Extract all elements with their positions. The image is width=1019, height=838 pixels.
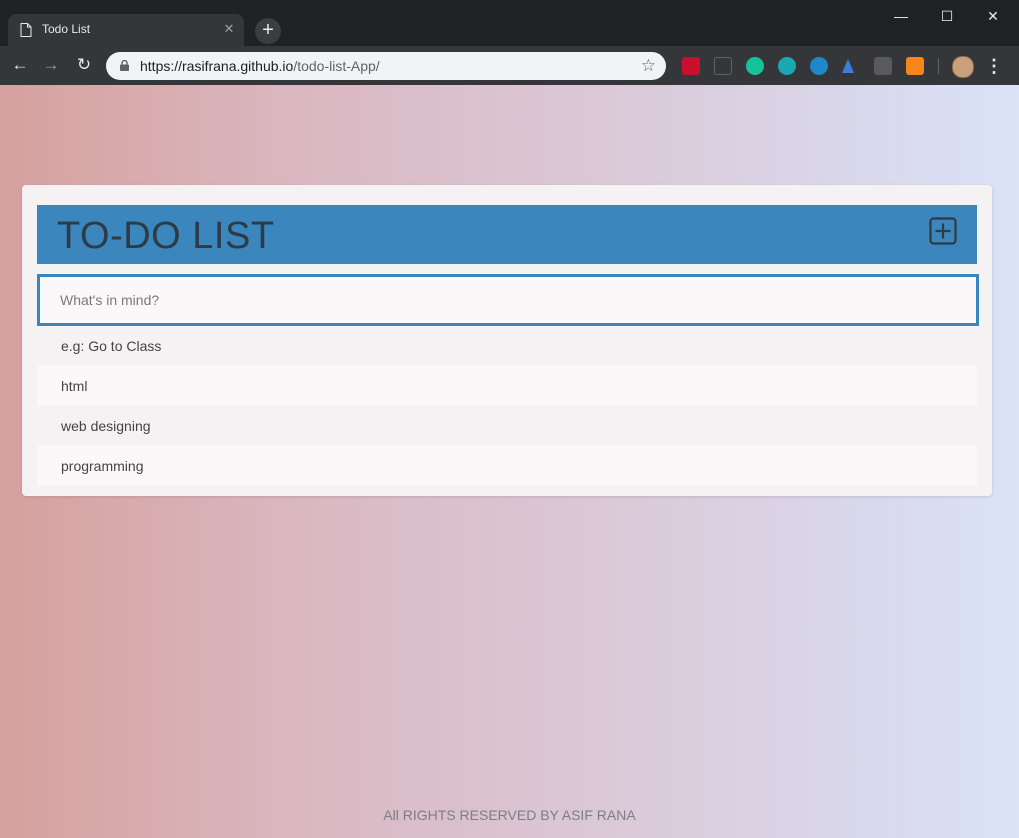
url-text: https://rasifrana.github.io/todo-list-Ap… xyxy=(140,58,380,74)
document-icon xyxy=(20,23,32,37)
ethereum-icon[interactable] xyxy=(842,59,854,73)
profile-avatar[interactable] xyxy=(952,56,974,78)
browser-menu-icon[interactable]: ⋮ xyxy=(984,55,1004,77)
url-host: https://rasifrana.github.io xyxy=(140,58,294,74)
footer-text: All RIGHTS RESERVED BY ASIF RANA xyxy=(383,807,636,823)
todo-item[interactable]: html xyxy=(37,366,977,406)
m-extension-icon[interactable] xyxy=(778,57,796,75)
metamask-icon[interactable] xyxy=(906,57,924,75)
bookmark-star-icon[interactable]: ☆ xyxy=(641,56,656,76)
browser-titlebar: Todo List ✕ + — ☐ ✕ xyxy=(0,0,1019,46)
close-window-button[interactable]: ✕ xyxy=(971,3,1015,29)
pdf-icon[interactable] xyxy=(874,57,892,75)
add-icon[interactable] xyxy=(929,217,957,245)
page-background: TO-DO LIST e.g: Go to Classhtmlweb desig… xyxy=(0,85,1019,838)
tab-title: Todo List xyxy=(42,22,91,36)
browser-toolbar: ← → ↻ https://rasifrana.github.io/todo-l… xyxy=(0,46,1019,85)
todo-item[interactable]: web designing xyxy=(37,406,977,446)
toolbar-divider xyxy=(938,58,939,74)
sync-icon[interactable] xyxy=(810,57,828,75)
back-button[interactable]: ← xyxy=(9,54,31,76)
todo-item[interactable]: e.g: Go to Class xyxy=(37,326,977,366)
json-icon[interactable] xyxy=(714,57,732,75)
minimize-button[interactable]: — xyxy=(879,3,923,29)
todo-input[interactable] xyxy=(37,274,979,326)
reload-button[interactable]: ↻ xyxy=(73,54,95,76)
browser-tab[interactable]: Todo List ✕ xyxy=(8,14,244,46)
tab-close-icon[interactable]: ✕ xyxy=(220,20,238,38)
todo-item[interactable]: programming xyxy=(37,446,977,486)
todo-header: TO-DO LIST xyxy=(37,205,977,264)
address-bar[interactable]: https://rasifrana.github.io/todo-list-Ap… xyxy=(106,52,666,80)
lastpass-icon[interactable] xyxy=(682,57,700,75)
todo-list: e.g: Go to Class html web designing program… xyxy=(37,326,977,486)
lock-icon xyxy=(120,60,129,71)
url-path: /todo-list-App/ xyxy=(293,58,380,74)
grammarly-icon[interactable] xyxy=(746,57,764,75)
forward-button[interactable]: → xyxy=(40,54,62,76)
todo-card: TO-DO LIST e.g: Go to Classhtmlweb desig… xyxy=(22,185,992,496)
page-title: TO-DO LIST xyxy=(57,215,275,257)
maximize-button[interactable]: ☐ xyxy=(925,3,969,29)
new-tab-button[interactable]: + xyxy=(255,18,281,44)
